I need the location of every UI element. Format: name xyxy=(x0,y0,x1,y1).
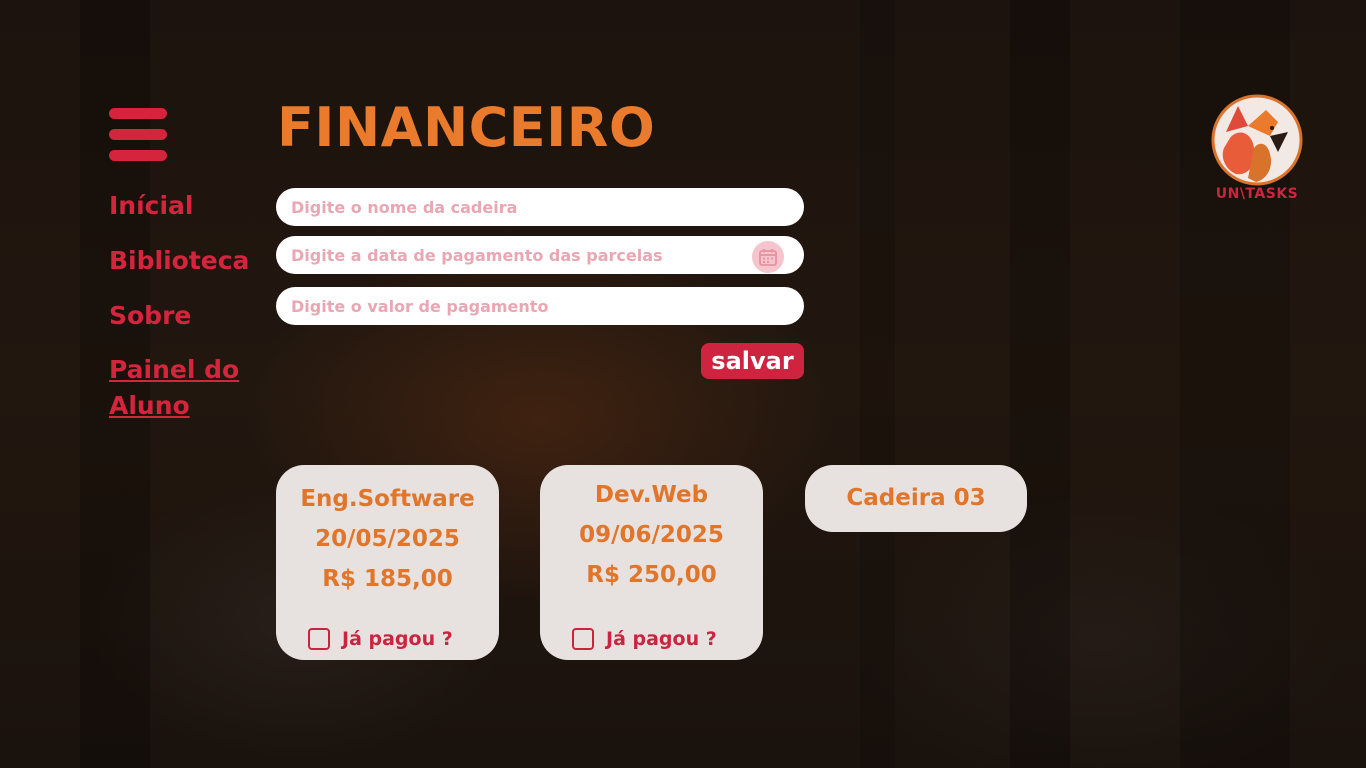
payment-date-field xyxy=(276,236,804,274)
page-title: FINANCEIRO xyxy=(277,96,656,159)
nav-item-biblioteca[interactable]: Biblioteca xyxy=(109,243,249,279)
nav-item-sobre[interactable]: Sobre xyxy=(109,298,191,334)
card-date: 09/06/2025 xyxy=(579,522,724,548)
course-card[interactable]: Cadeira 03 xyxy=(805,465,1027,532)
card-date: 20/05/2025 xyxy=(315,526,460,552)
paid-checkbox[interactable] xyxy=(308,628,330,650)
logo-text: UN\TASKS xyxy=(1215,186,1299,202)
hamburger-menu-icon[interactable] xyxy=(109,108,167,162)
payment-card: Dev.Web 09/06/2025 R$ 250,00 Já pagou ? xyxy=(540,465,763,660)
hamburger-bar xyxy=(109,108,167,119)
paid-label: Já pagou ? xyxy=(606,628,717,650)
save-button[interactable]: salvar xyxy=(701,343,804,379)
payment-card: Eng.Software 20/05/2025 R$ 185,00 Já pag… xyxy=(276,465,499,660)
paid-checkbox[interactable] xyxy=(572,628,594,650)
paid-checkbox-row[interactable]: Já pagou ? xyxy=(308,628,453,650)
card-course: Cadeira 03 xyxy=(846,485,986,511)
nav-item-inicial[interactable]: Inícial xyxy=(109,188,194,224)
tree-trunk xyxy=(1010,0,1070,768)
course-name-input[interactable] xyxy=(276,188,804,226)
tree-trunk xyxy=(860,0,895,768)
calendar-icon[interactable] xyxy=(752,241,784,273)
card-amount: R$ 250,00 xyxy=(586,562,717,588)
course-name-field xyxy=(276,188,804,226)
card-course: Dev.Web xyxy=(594,482,709,508)
card-amount: R$ 185,00 xyxy=(322,566,453,592)
paid-label: Já pagou ? xyxy=(342,628,453,650)
card-course: Eng.Software xyxy=(300,486,475,512)
payment-date-input[interactable] xyxy=(276,236,804,274)
payment-value-field xyxy=(276,287,804,325)
hamburger-bar xyxy=(109,129,167,140)
hamburger-bar xyxy=(109,150,167,161)
paid-checkbox-row[interactable]: Já pagou ? xyxy=(572,628,717,650)
nav-item-painel-do-aluno[interactable]: Painel do Aluno xyxy=(109,352,259,424)
payment-value-input[interactable] xyxy=(276,287,804,325)
